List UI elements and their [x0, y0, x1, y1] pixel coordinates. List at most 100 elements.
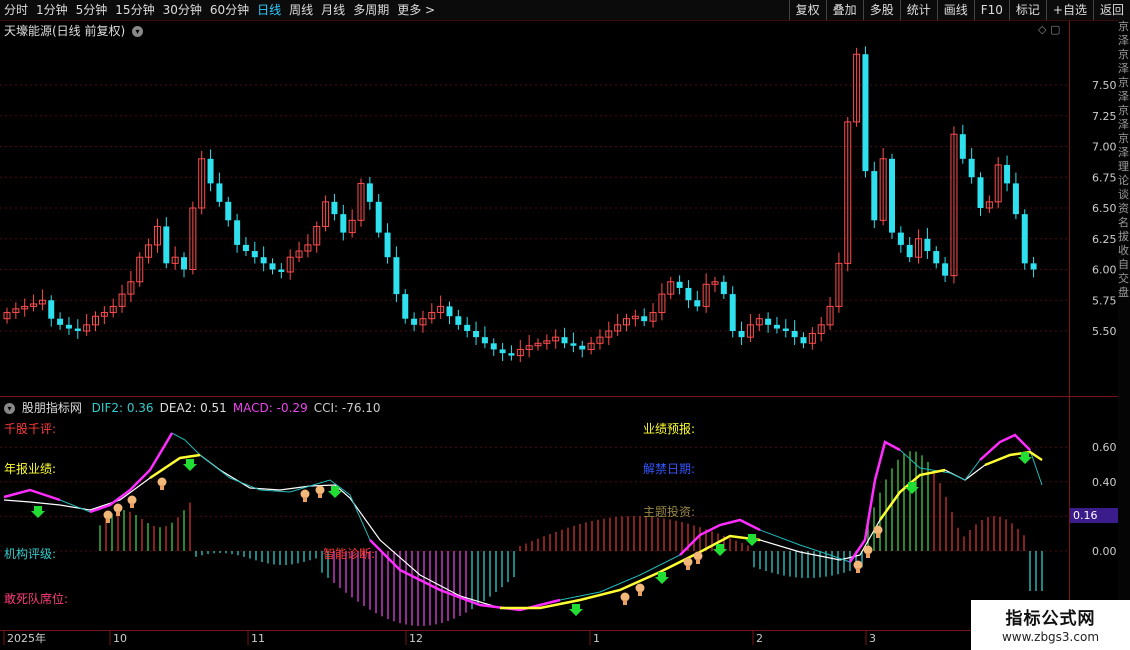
chart-canvas: 7.50 7.25 7.00 6.75 6.50 6.25 6.00 5.75 5.50 0.60…: [0, 20, 1118, 650]
thumbs-up-icon-stem: [638, 591, 642, 596]
down-arrow-icon: [183, 459, 197, 471]
thumbs-up-icon-stem: [876, 533, 880, 538]
stock-title: 天壕能源(日线 前复权): [4, 24, 126, 38]
candle-body-down: [782, 328, 789, 331]
diamond-icon[interactable]: ◇: [1038, 23, 1046, 36]
label-jigou: 机构评级:: [4, 547, 57, 561]
candle-body-down: [331, 201, 338, 215]
candle-body-down: [490, 343, 497, 350]
axis-labels: 7.50 7.25 7.00 6.75 6.50 6.25 6.00 5.75 5.50 0.60…: [7, 79, 1117, 645]
label-yeji-yubao: 业绩预报:: [643, 422, 696, 436]
candle-body-down: [473, 331, 480, 338]
thumbs-up-icon-stem: [686, 565, 690, 570]
candle-body-down: [676, 281, 683, 288]
period-tab-8[interactable]: 月线: [317, 0, 349, 20]
price-tick-label: 7.25: [1092, 110, 1117, 123]
price-tick-label: 6.00: [1092, 264, 1117, 277]
candle-body-down: [57, 318, 64, 325]
time-axis-label: 2025年: [7, 631, 46, 645]
candle-body-down: [181, 257, 187, 270]
candle-body-down: [340, 214, 347, 233]
thumbs-up-icon-stem: [160, 485, 164, 490]
down-arrow-icon: [905, 482, 919, 494]
candle-body-down: [508, 353, 515, 356]
time-axis-label: 12: [409, 632, 423, 645]
chevron-down-icon[interactable]: ▾: [4, 403, 15, 414]
candle-body-down: [446, 306, 453, 317]
toolbar-button-2[interactable]: 多股: [862, 0, 900, 20]
period-tab-4[interactable]: 30分钟: [159, 0, 206, 20]
toolbar-right-buttons: 复权 叠加 多股 统计 画线 F10 标记 +自选 返回: [788, 0, 1130, 20]
candle-body-down: [74, 328, 81, 331]
candle-body-down: [366, 183, 373, 202]
candle-body-down: [464, 324, 471, 331]
period-tab-2[interactable]: 5分钟: [72, 0, 112, 20]
candle-body-down: [393, 257, 400, 295]
time-axis-label: 10: [113, 632, 127, 645]
period-tab-7[interactable]: 周线: [285, 0, 317, 20]
candle-body-down: [1030, 263, 1037, 270]
time-axis-label: 11: [251, 632, 265, 645]
candle-body-down: [968, 158, 975, 178]
candle-body-down: [1004, 164, 1011, 184]
candle-body-down: [242, 244, 249, 252]
candle-body-down: [694, 300, 701, 307]
watermark-title: 指标公式网: [1005, 609, 1096, 629]
window-icons: ◇ ▢: [1038, 23, 1060, 36]
toolbar-button-5[interactable]: F10: [973, 0, 1009, 20]
candle-body-down: [765, 318, 772, 325]
toolbar-button-7[interactable]: +自选: [1045, 0, 1093, 20]
toolbar-button-3[interactable]: 统计: [899, 0, 937, 20]
period-tab-1[interactable]: 1分钟: [32, 0, 72, 20]
dif-magenta-segment: [3, 488, 61, 502]
period-tab-6[interactable]: 日线: [253, 0, 285, 20]
readout-3: CCI: -76.10: [313, 401, 381, 415]
candle-body-down: [65, 324, 72, 329]
candle-body-down: [260, 257, 267, 264]
period-tab-10[interactable]: 更多 >: [393, 0, 439, 20]
indicator-readouts: DIF2: 0.36 DEA2: 0.51 MACD: -0.29 CCI: -76.…: [92, 401, 387, 415]
signal-markers: [31, 452, 1032, 616]
maximize-icon[interactable]: ▢: [1050, 23, 1060, 36]
price-tick-label: 6.75: [1092, 171, 1117, 184]
candle-body-down: [871, 171, 878, 221]
chevron-down-icon[interactable]: ▾: [132, 26, 144, 37]
toolbar-button-8[interactable]: 返回: [1092, 0, 1130, 20]
thumbs-up-icon-stem: [116, 511, 120, 516]
candle-body-down: [216, 183, 223, 202]
period-tab-0[interactable]: 分时: [0, 0, 32, 20]
candle-body-down: [738, 331, 745, 338]
candle-body-down: [48, 300, 55, 319]
candle-body-down: [234, 220, 241, 245]
macd-histogram: [99, 451, 1043, 626]
toolbar-button-1[interactable]: 叠加: [825, 0, 863, 20]
candlestick-series: [3, 46, 1037, 362]
toolbar-button-4[interactable]: 画线: [936, 0, 974, 20]
time-axis-label: 2: [756, 632, 763, 645]
toolbar-button-0[interactable]: 复权: [788, 0, 826, 20]
candle-body-down: [862, 54, 869, 172]
down-arrow-icon: [745, 534, 759, 546]
period-tab-3[interactable]: 15分钟: [111, 0, 158, 20]
thumbs-up-icon-stem: [866, 553, 870, 558]
label-nianbao: 年报业绩:: [4, 462, 57, 476]
period-tab-5[interactable]: 60分钟: [206, 0, 253, 20]
period-tabs: 分时 1分钟 5分钟 15分钟 30分钟 60分钟 日线 周线 月线 多周期 更多 >: [0, 0, 439, 20]
candle-body-down: [570, 343, 577, 346]
down-arrow-icon: [31, 506, 45, 518]
readout-2: MACD: -0.29: [232, 401, 308, 415]
stock-title-row: 天壕能源(日线 前复权) ▾: [4, 22, 144, 39]
thumbs-up-icon-stem: [623, 600, 627, 605]
candle-body-down: [1021, 214, 1028, 264]
candle-body-down: [933, 251, 940, 264]
thumbs-up-icon-stem: [303, 497, 307, 502]
period-tab-9[interactable]: 多周期: [349, 0, 393, 20]
price-tick-label: 7.50: [1092, 79, 1117, 92]
time-axis-label: 1: [593, 632, 600, 645]
label-gansi: 敢死队席位:: [4, 592, 69, 606]
indicator-header: ▾ 股朋指标网 DIF2: 0.36 DEA2: 0.51 MACD: -0.29 C…: [4, 399, 393, 416]
candle-body-down: [278, 269, 285, 272]
candle-body-down: [579, 345, 586, 350]
toolbar-button-6[interactable]: 标记: [1008, 0, 1046, 20]
candle-body-down: [773, 324, 780, 329]
